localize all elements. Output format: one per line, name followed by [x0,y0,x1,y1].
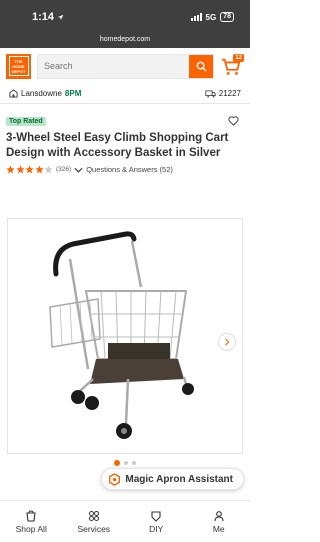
time-text: 1:14 [32,11,55,23]
star-icon [34,165,44,174]
chevron-right-icon [225,338,230,346]
assistant-icon [109,472,121,486]
nav-shop-all[interactable]: Shop All [6,509,56,534]
location-bar: Lansdowne 8PM 21227 [0,84,250,104]
next-image-button[interactable] [218,333,236,351]
review-count[interactable]: (326) [56,166,71,173]
logo-mark: THE HOME DEPOT [8,56,29,76]
nav-me[interactable]: Me [194,510,244,534]
product-image [49,231,194,439]
network-label: 5G [205,12,217,22]
product-image-carousel[interactable] [7,218,243,454]
cart-button[interactable]: 12 [220,54,244,78]
site-header: THEHOMEDEPOT 12 [0,48,250,84]
shop-all-icon [26,509,36,522]
nav-label: Me [212,523,225,534]
cart-count-badge: 12 [233,54,244,62]
search-bar [37,53,214,79]
star-rating[interactable] [6,165,53,174]
star-icon [15,165,25,174]
nav-label: DIY [149,523,164,534]
store-hours: 8PM [64,89,82,98]
home-depot-logo[interactable]: THE HOME DEPOT [6,53,31,79]
search-input[interactable] [38,54,189,78]
nav-services[interactable]: Services [69,510,119,534]
battery-level: 78 [223,13,231,20]
bottom-nav: Shop All Services DIY Me [0,500,250,542]
questions-answers-link[interactable]: Questions & Answers (52) [86,165,173,174]
carousel-dots [0,460,250,466]
star-empty-icon [44,165,53,174]
carousel-dot[interactable] [132,461,136,465]
star-icon [25,165,34,174]
status-indicators: 5G 78 [190,12,234,22]
signal-icon [190,13,202,21]
badge-row: Top Rated [0,114,250,128]
star-icon [6,165,15,174]
carousel-dot-active[interactable] [114,460,120,466]
carousel-dot[interactable] [124,461,128,465]
nav-label: Shop All [15,523,47,534]
services-icon [88,510,99,521]
truck-icon [205,89,216,98]
diy-icon [151,510,161,522]
nav-diy[interactable]: DIY [131,510,181,534]
search-button[interactable] [189,54,213,78]
store-selector[interactable]: Lansdowne 8PM [9,89,81,98]
battery-icon: 78 [220,12,234,22]
store-name: Lansdowne [21,89,62,98]
search-icon [196,61,207,72]
rating-row: (326) Questions & Answers (52) [0,160,250,179]
nav-label: Services [77,523,111,534]
product-title: 3-Wheel Steel Easy Climb Shopping Cart D… [6,132,229,159]
store-icon [9,89,18,98]
top-rated-badge: Top Rated [6,116,46,126]
magic-apron-assistant-button[interactable]: Magic Apron Assistant [101,468,244,490]
location-arrow-icon [57,14,64,20]
heart-icon[interactable] [228,116,239,126]
url-bar[interactable]: homedepot.com [0,34,250,48]
chevron-down-icon[interactable] [74,167,83,173]
assistant-label: Magic Apron Assistant [125,473,233,485]
delivery-zip[interactable]: 21227 [205,89,241,98]
status-time: 1:14 [32,11,64,23]
status-bar: 1:14 5G 78 [0,0,250,34]
zip-code: 21227 [218,89,241,98]
me-icon [214,510,224,521]
